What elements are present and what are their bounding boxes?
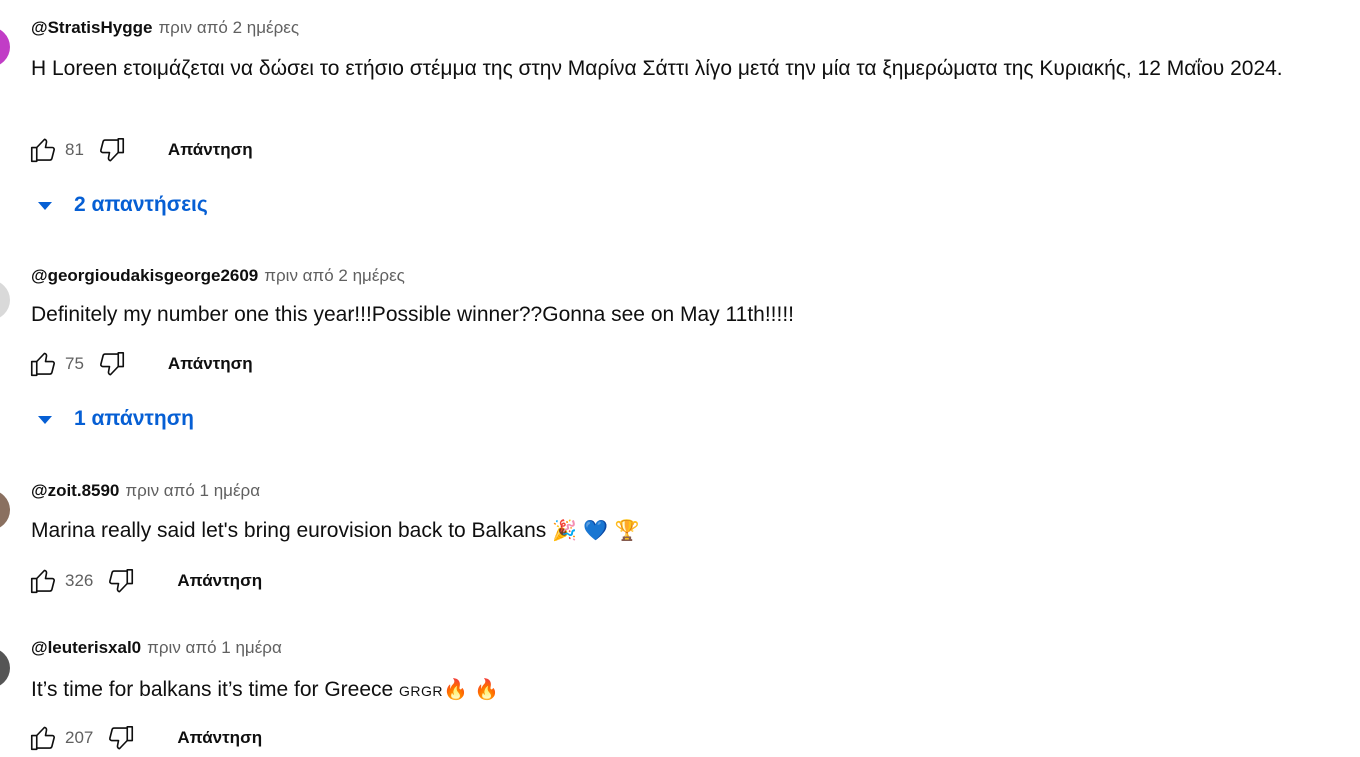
avatar[interactable] xyxy=(0,648,10,688)
comment-actions: 326 Απάντηση xyxy=(27,563,262,599)
comment-time[interactable]: πριν από 1 ημέρα xyxy=(125,481,260,500)
comment-header: @georgioudakisgeorge2609 πριν από 2 ημέρε… xyxy=(31,265,405,287)
comment-header: @StratisHygge πριν από 2 ημέρες xyxy=(31,17,299,39)
view-replies-button[interactable]: 1 απάντηση xyxy=(38,407,194,431)
like-button[interactable] xyxy=(27,348,59,380)
caret-down-icon xyxy=(38,416,52,424)
like-count: 75 xyxy=(65,354,84,373)
emoji-group: 🔥 🔥 xyxy=(443,677,500,701)
thumbs-down-icon xyxy=(109,568,134,593)
comment-actions: 75 Απάντηση xyxy=(27,346,253,382)
thumbs-up-icon xyxy=(30,726,55,751)
dislike-button[interactable] xyxy=(105,565,137,597)
replies-count-label: 2 απαντήσεις xyxy=(74,193,208,216)
comment-text-body: Marina really said let's bring eurovisio… xyxy=(31,519,547,542)
comment-author[interactable]: @leuterisxal0 xyxy=(31,638,141,657)
comment-actions: 81 Απάντηση xyxy=(27,132,253,168)
caret-down-icon xyxy=(38,202,52,210)
comment-author[interactable]: @zoit.8590 xyxy=(31,481,119,500)
dislike-button[interactable] xyxy=(105,722,137,754)
avatar[interactable] xyxy=(0,27,10,67)
comment-author[interactable]: @georgioudakisgeorge2609 xyxy=(31,266,258,285)
comment-text: Marina really said let's bring eurovisio… xyxy=(31,514,1351,547)
flag-text: GRGR xyxy=(399,683,444,699)
dislike-button[interactable] xyxy=(96,134,128,166)
thumbs-down-icon xyxy=(99,351,124,376)
like-button[interactable] xyxy=(27,565,59,597)
comment-time[interactable]: πριν από 2 ημέρες xyxy=(158,18,299,37)
thumbs-up-icon xyxy=(30,138,55,163)
reply-button[interactable]: Απάντηση xyxy=(177,571,262,591)
thumbs-up-icon xyxy=(30,569,55,594)
like-count: 207 xyxy=(65,728,94,747)
emoji-group: 🎉 💙 🏆 xyxy=(552,518,640,542)
comment-actions: 207 Απάντηση xyxy=(27,720,262,756)
thumbs-up-icon xyxy=(30,352,55,377)
avatar[interactable] xyxy=(0,280,10,320)
reply-button[interactable]: Απάντηση xyxy=(177,728,262,748)
comment-text: Η Loreen ετοιμάζεται να δώσει το ετήσιο … xyxy=(31,57,1283,80)
reply-button[interactable]: Απάντηση xyxy=(168,140,253,160)
reply-button[interactable]: Απάντηση xyxy=(168,354,253,374)
like-count: 81 xyxy=(65,140,84,159)
dislike-button[interactable] xyxy=(96,348,128,380)
thumbs-down-icon xyxy=(109,725,134,750)
comment-text: It’s time for balkans it’s time for Gree… xyxy=(31,673,1351,707)
view-replies-button[interactable]: 2 απαντήσεις xyxy=(38,193,208,217)
like-button[interactable] xyxy=(27,722,59,754)
comment-header: @zoit.8590 πριν από 1 ημέρα xyxy=(31,480,260,502)
comment-time[interactable]: πριν από 2 ημέρες xyxy=(264,266,405,285)
thumbs-down-icon xyxy=(99,137,124,162)
comment-text-body: It’s time for balkans it’s time for Gree… xyxy=(31,678,394,701)
comment-text: Definitely my number one this year!!!Pos… xyxy=(31,303,795,326)
like-button[interactable] xyxy=(27,134,59,166)
comments-section: @StratisHygge πριν από 2 ημέρες Η Loreen … xyxy=(0,0,1360,757)
comment-header: @leuterisxal0 πριν από 1 ημέρα xyxy=(31,637,282,659)
comment-time[interactable]: πριν από 1 ημέρα xyxy=(147,638,282,657)
replies-count-label: 1 απάντηση xyxy=(74,407,194,430)
avatar[interactable] xyxy=(0,490,10,530)
like-count: 326 xyxy=(65,571,94,590)
comment-author[interactable]: @StratisHygge xyxy=(31,18,152,37)
